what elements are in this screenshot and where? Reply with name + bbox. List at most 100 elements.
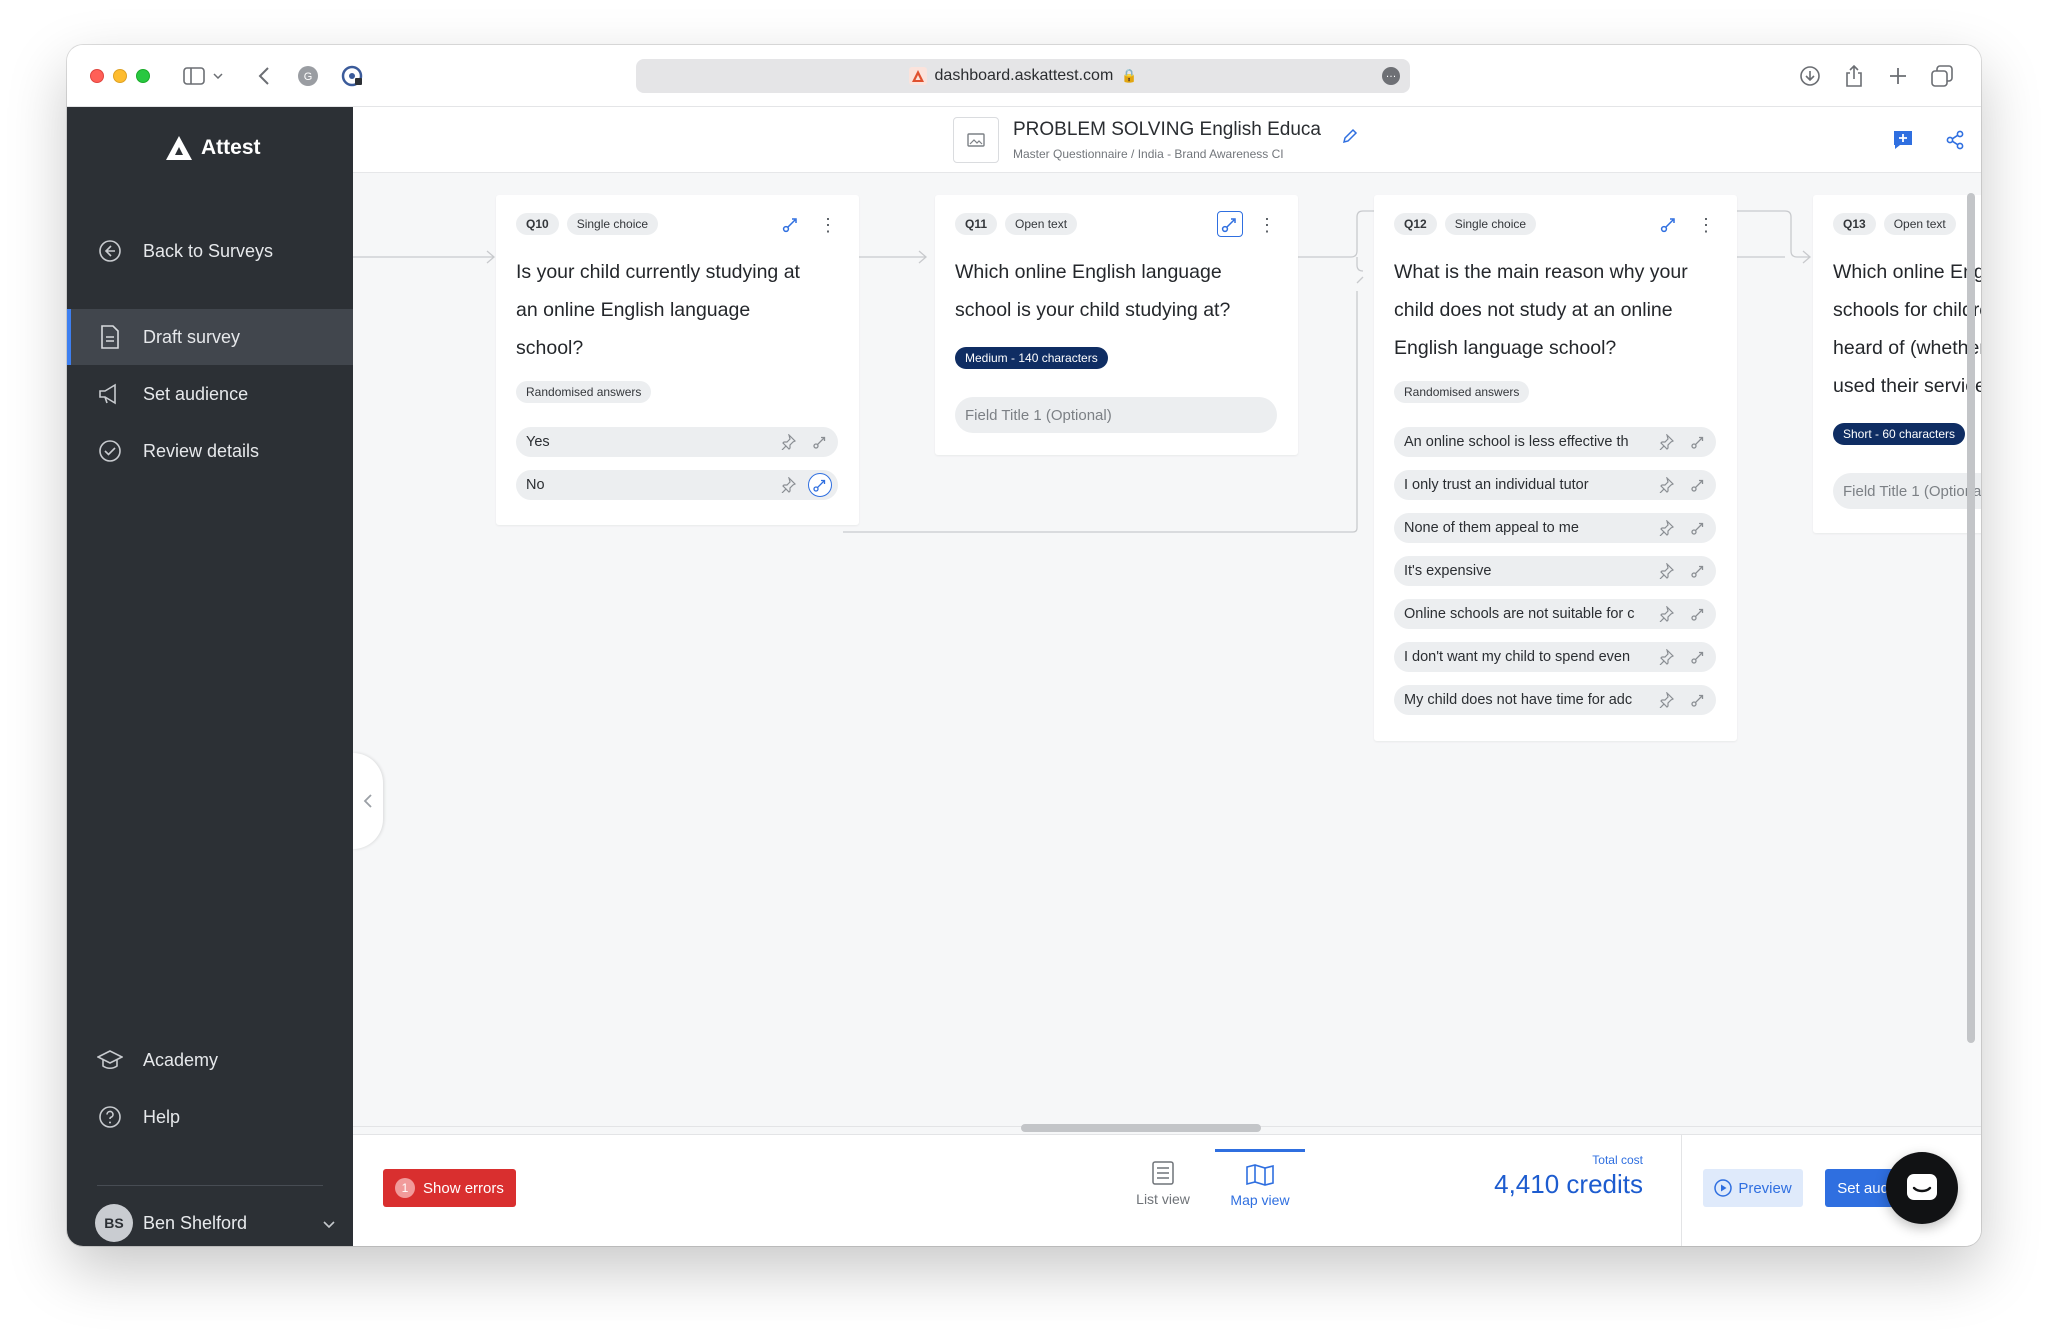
close-window-button[interactable] (90, 69, 104, 83)
answer-routing-icon[interactable] (1686, 430, 1710, 454)
question-number: Q11 (955, 213, 998, 235)
map-view-icon (1246, 1163, 1274, 1186)
password-extension-icon[interactable] (337, 61, 367, 91)
answer-option[interactable]: No (516, 470, 838, 500)
sidebar-toggle-icon[interactable] (179, 61, 209, 91)
sidebar-item-set-audience[interactable]: Set audience (67, 366, 353, 422)
back-arrow-icon[interactable] (249, 61, 279, 91)
question-text-line: What is the main reason why your (1394, 261, 1688, 283)
randomised-answers-badge: Randomised answers (516, 381, 652, 403)
answer-option[interactable]: My child does not have time for adc (1394, 685, 1716, 715)
question-card-q11[interactable]: Q11 Open text ⋮ Which online English lan… (935, 195, 1298, 455)
show-errors-button[interactable]: 1 Show errors (383, 1169, 516, 1207)
pin-icon[interactable] (1656, 604, 1676, 624)
list-view-icon (1152, 1161, 1174, 1185)
footer-bar: 1 Show errors List view Map view Total c… (353, 1134, 1981, 1246)
question-text[interactable]: Which online English language school is … (955, 253, 1230, 329)
pin-icon[interactable] (1656, 690, 1676, 710)
address-bar[interactable]: dashboard.askattest.com 🔒 … (636, 59, 1410, 93)
answer-text: Yes (526, 434, 550, 450)
tab-overview-icon[interactable] (1927, 61, 1957, 91)
question-card-q13[interactable]: Q13 Open text Which online English l sch… (1813, 195, 1981, 533)
question-type: Single choice (566, 213, 659, 235)
answer-routing-icon[interactable] (808, 430, 832, 454)
sidebar-item-academy[interactable]: Academy (67, 1032, 353, 1088)
back-to-surveys-link[interactable]: Back to Surveys (67, 223, 353, 279)
collapse-panel-tab[interactable] (353, 753, 383, 849)
answer-option[interactable]: Yes (516, 427, 838, 457)
chat-support-button[interactable] (1886, 1152, 1958, 1224)
pencil-edit-icon[interactable] (1341, 127, 1359, 150)
sidebar-item-help[interactable]: Help (67, 1089, 353, 1145)
more-options-icon[interactable]: … (1382, 67, 1400, 85)
answer-text: I only trust an individual tutor (1404, 477, 1589, 493)
vertical-scrollbar[interactable] (1967, 193, 1975, 1043)
pin-icon[interactable] (1656, 647, 1676, 667)
answer-option[interactable]: I don't want my child to spend even (1394, 642, 1716, 672)
survey-title[interactable]: PROBLEM SOLVING English Educa (1013, 119, 1333, 141)
answer-option[interactable]: None of them appeal to me (1394, 513, 1716, 543)
download-icon[interactable] (1795, 61, 1825, 91)
answer-routing-icon[interactable] (1686, 602, 1710, 626)
routing-icon[interactable] (1656, 211, 1682, 237)
randomised-answers-badge: Randomised answers (1394, 381, 1530, 403)
question-header: Q10 Single choice (516, 213, 659, 235)
field-title-input[interactable]: Field Title 1 (Optional) (955, 397, 1277, 433)
answer-text: No (526, 477, 545, 493)
pin-icon[interactable] (1656, 432, 1676, 452)
new-tab-icon[interactable] (1883, 61, 1913, 91)
pin-icon[interactable] (1656, 561, 1676, 581)
answer-text: Online schools are not suitable for c (1404, 606, 1635, 622)
share-nodes-icon[interactable] (1942, 127, 1968, 153)
zoom-window-button[interactable] (136, 69, 150, 83)
answer-routing-icon[interactable] (1686, 516, 1710, 540)
survey-map-canvas[interactable]: Q10 Single choice ⋮ Is your child curren… (353, 173, 1981, 1134)
question-text[interactable]: Is your child currently studying at an o… (516, 253, 800, 367)
horizontal-scrollbar[interactable] (1021, 1124, 1261, 1132)
footer-divider (1681, 1135, 1682, 1246)
preview-button[interactable]: Preview (1703, 1169, 1803, 1207)
question-text[interactable]: What is the main reason why your child d… (1394, 253, 1688, 367)
answer-option[interactable]: Online schools are not suitable for c (1394, 599, 1716, 629)
question-text-line: English language school? (1394, 337, 1617, 359)
answer-routing-icon[interactable] (1686, 688, 1710, 712)
answer-routing-icon-active[interactable] (808, 473, 832, 497)
question-card-q10[interactable]: Q10 Single choice ⋮ Is your child curren… (496, 195, 859, 525)
answer-routing-icon[interactable] (1686, 645, 1710, 669)
pin-icon[interactable] (1656, 518, 1676, 538)
routing-icon[interactable] (1217, 211, 1243, 237)
graduation-cap-icon (97, 1047, 123, 1073)
error-count-badge: 1 (395, 1178, 415, 1198)
answer-option[interactable]: I only trust an individual tutor (1394, 470, 1716, 500)
answer-text: None of them appeal to me (1404, 520, 1579, 536)
chevron-down-icon[interactable] (209, 61, 227, 91)
routing-icon[interactable] (778, 211, 804, 237)
add-comment-icon[interactable] (1890, 127, 1916, 153)
answer-option[interactable]: An online school is less effective th (1394, 427, 1716, 457)
more-vertical-icon[interactable]: ⋮ (1257, 213, 1277, 237)
answer-routing-icon[interactable] (1686, 473, 1710, 497)
more-vertical-icon[interactable]: ⋮ (818, 213, 838, 237)
question-text[interactable]: Which online English l schools for child… (1833, 253, 1981, 405)
share-icon[interactable] (1839, 61, 1869, 91)
attest-favicon-icon (908, 67, 927, 85)
pin-icon[interactable] (778, 475, 798, 495)
attest-logo[interactable]: Attest (165, 135, 261, 161)
more-vertical-icon[interactable]: ⋮ (1696, 213, 1716, 237)
map-view-tab[interactable]: Map view (1215, 1149, 1305, 1219)
pin-icon[interactable] (778, 432, 798, 452)
user-menu[interactable]: BS Ben Shelford (95, 1203, 335, 1243)
pin-icon[interactable] (1656, 475, 1676, 495)
sidebar-item-review-details[interactable]: Review details (67, 423, 353, 479)
survey-thumbnail-icon[interactable] (953, 117, 999, 163)
minimize-window-button[interactable] (113, 69, 127, 83)
question-card-q12[interactable]: Q12 Single choice ⋮ What is the main rea… (1374, 195, 1737, 741)
list-view-tab[interactable]: List view (1118, 1149, 1208, 1219)
grammarly-extension-icon[interactable]: G (293, 61, 323, 91)
answer-routing-icon[interactable] (1686, 559, 1710, 583)
answer-option[interactable]: It's expensive (1394, 556, 1716, 586)
avatar: BS (95, 1204, 133, 1242)
question-circle-icon (97, 1104, 123, 1130)
sidebar-item-draft-survey[interactable]: Draft survey (67, 309, 353, 365)
field-title-input[interactable]: Field Title 1 (Optional) (1833, 473, 1981, 509)
